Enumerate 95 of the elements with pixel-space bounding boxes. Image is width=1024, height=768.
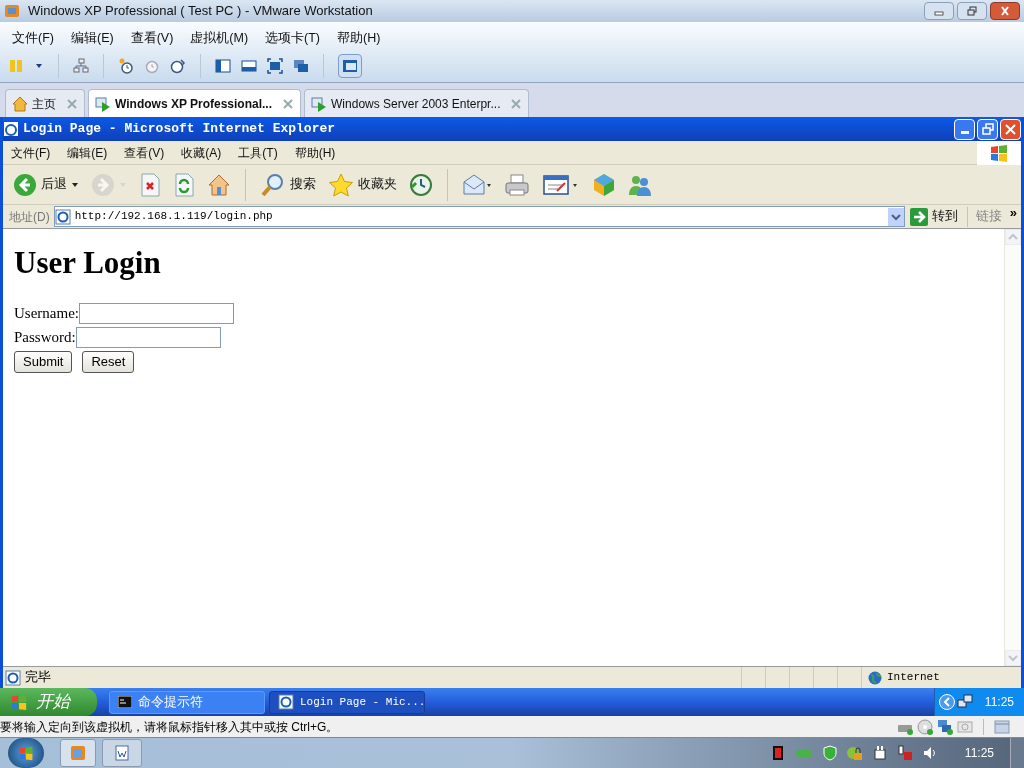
go-button[interactable]: 转到 bbox=[904, 207, 963, 226]
close-icon bbox=[1005, 123, 1016, 135]
toolbar-button[interactable]: 搜索 bbox=[258, 170, 318, 199]
arrow-right-icon bbox=[909, 207, 928, 226]
clock: 11:25 bbox=[984, 694, 1014, 711]
chevron-left-icon[interactable] bbox=[939, 694, 955, 710]
page-heading: User Login bbox=[14, 245, 162, 281]
close-icon[interactable] bbox=[282, 97, 295, 110]
form-button[interactable]: Reset bbox=[82, 351, 135, 373]
tab-label: Windows XP Professional... bbox=[115, 95, 273, 113]
globe-icon bbox=[868, 670, 882, 685]
console-icon bbox=[118, 696, 132, 708]
bottom-view-icon[interactable] bbox=[241, 58, 257, 74]
status-text: 完毕 bbox=[25, 669, 52, 687]
taskbar-item[interactable]: 命令提示符 bbox=[109, 690, 265, 714]
console-view-button[interactable] bbox=[338, 54, 362, 78]
shield-icon[interactable] bbox=[821, 745, 838, 761]
tab[interactable]: 主页 bbox=[5, 89, 85, 117]
menu-item[interactable]: 文件(F) bbox=[11, 143, 51, 162]
tab[interactable]: Windows XP Professional... bbox=[88, 89, 302, 117]
start-orb[interactable] bbox=[8, 738, 44, 768]
tab-label: 主页 bbox=[32, 95, 56, 113]
menu-item[interactable]: 选项卡(T) bbox=[265, 28, 321, 48]
windows-flag-icon bbox=[10, 693, 28, 711]
toolbar-button[interactable]: 后退 bbox=[11, 170, 81, 199]
camera-icon[interactable] bbox=[957, 718, 973, 735]
form-button[interactable]: Submit bbox=[14, 351, 73, 373]
taskbar-button[interactable] bbox=[60, 739, 96, 767]
taskbar-item[interactable]: Login Page - Mic... bbox=[269, 690, 425, 714]
status-message: 要将输入定向到该虚拟机，请将鼠标指针移入其中或按 Ctrl+G。 bbox=[0, 718, 339, 736]
more-links-chevron[interactable]: » bbox=[1009, 202, 1017, 223]
menu-item[interactable]: 查看(V) bbox=[130, 28, 174, 48]
vm-play-icon bbox=[311, 95, 328, 112]
tab[interactable]: Windows Server 2003 Enterpr... bbox=[304, 89, 530, 117]
close-icon[interactable] bbox=[66, 97, 78, 110]
browser-title: Login Page - Microsoft Internet Explorer bbox=[23, 120, 336, 139]
app-icon bbox=[4, 3, 20, 19]
menu-item[interactable]: 工具(T) bbox=[238, 143, 278, 162]
windows-flag-icon bbox=[989, 142, 1009, 163]
menu-item[interactable]: 帮助(H) bbox=[337, 28, 381, 48]
menu-item[interactable]: 帮助(H) bbox=[294, 143, 336, 162]
menu-item[interactable]: 查看(V) bbox=[124, 143, 165, 162]
address-label: 地址(D) bbox=[9, 208, 50, 226]
menu-item[interactable]: 编辑(E) bbox=[67, 143, 108, 162]
network-icon[interactable] bbox=[73, 58, 89, 74]
document-icon bbox=[114, 745, 130, 761]
house-icon bbox=[12, 95, 28, 112]
vm-window-icon bbox=[70, 745, 86, 761]
star-icon[interactable] bbox=[328, 172, 354, 197]
taskbar-button[interactable] bbox=[102, 739, 142, 767]
caret-icon bbox=[71, 180, 79, 189]
sidebar-view-icon[interactable] bbox=[215, 58, 231, 74]
padlock-icon[interactable] bbox=[846, 745, 863, 761]
clock: 11:25 bbox=[964, 745, 994, 762]
window-title: Windows XP Professional ( Test PC ) - VMware Workstation bbox=[28, 2, 373, 21]
speaker-icon[interactable] bbox=[921, 745, 938, 761]
network-icon[interactable] bbox=[957, 694, 973, 710]
snapshot-icon[interactable] bbox=[118, 58, 134, 74]
input-field[interactable] bbox=[79, 302, 234, 324]
snapshot-manager-icon[interactable] bbox=[170, 58, 186, 74]
field-label: Username: bbox=[14, 303, 79, 323]
message-icon[interactable] bbox=[994, 718, 1010, 735]
network-icon[interactable] bbox=[896, 745, 913, 761]
close-button[interactable] bbox=[990, 2, 1020, 20]
show-desktop-button[interactable] bbox=[1010, 738, 1024, 768]
tab-label: Windows Server 2003 Enterpr... bbox=[331, 95, 501, 113]
menu-item[interactable]: 虚拟机(M) bbox=[190, 28, 249, 48]
vm-play-icon bbox=[95, 95, 111, 112]
minimize-icon bbox=[960, 130, 969, 135]
restore-icon bbox=[966, 6, 978, 16]
ie-page-icon bbox=[54, 208, 71, 225]
ie-page-icon bbox=[5, 669, 21, 686]
magnifier-icon[interactable] bbox=[260, 172, 286, 197]
network-adapter-icon[interactable] bbox=[937, 718, 953, 735]
cd-icon[interactable] bbox=[917, 718, 933, 735]
menu-item[interactable]: 收藏(A) bbox=[181, 143, 222, 162]
zone-text: Internet bbox=[887, 670, 940, 686]
console-view-icon bbox=[342, 58, 358, 74]
menu-item[interactable]: 编辑(E) bbox=[70, 28, 114, 48]
menu-item[interactable]: 文件(F) bbox=[12, 28, 54, 48]
windows-flag-icon bbox=[18, 745, 34, 761]
address-field[interactable]: http://192.168.1.119/login.php bbox=[53, 206, 905, 227]
close-icon bbox=[999, 6, 1011, 16]
revert-icon[interactable] bbox=[144, 58, 160, 74]
input-field[interactable] bbox=[75, 326, 221, 348]
restore-icon bbox=[981, 123, 994, 135]
dropdown-icon[interactable] bbox=[887, 207, 904, 226]
field-label: Password: bbox=[14, 327, 76, 347]
toolbar-button[interactable]: 收藏夹 bbox=[326, 170, 399, 199]
scrollbar[interactable] bbox=[1004, 229, 1021, 666]
close-icon[interactable] bbox=[510, 97, 523, 110]
unity-icon[interactable] bbox=[293, 58, 309, 74]
ie-page-icon bbox=[278, 694, 294, 710]
fullscreen-icon[interactable] bbox=[267, 58, 283, 74]
power-plug-icon[interactable] bbox=[871, 745, 888, 761]
